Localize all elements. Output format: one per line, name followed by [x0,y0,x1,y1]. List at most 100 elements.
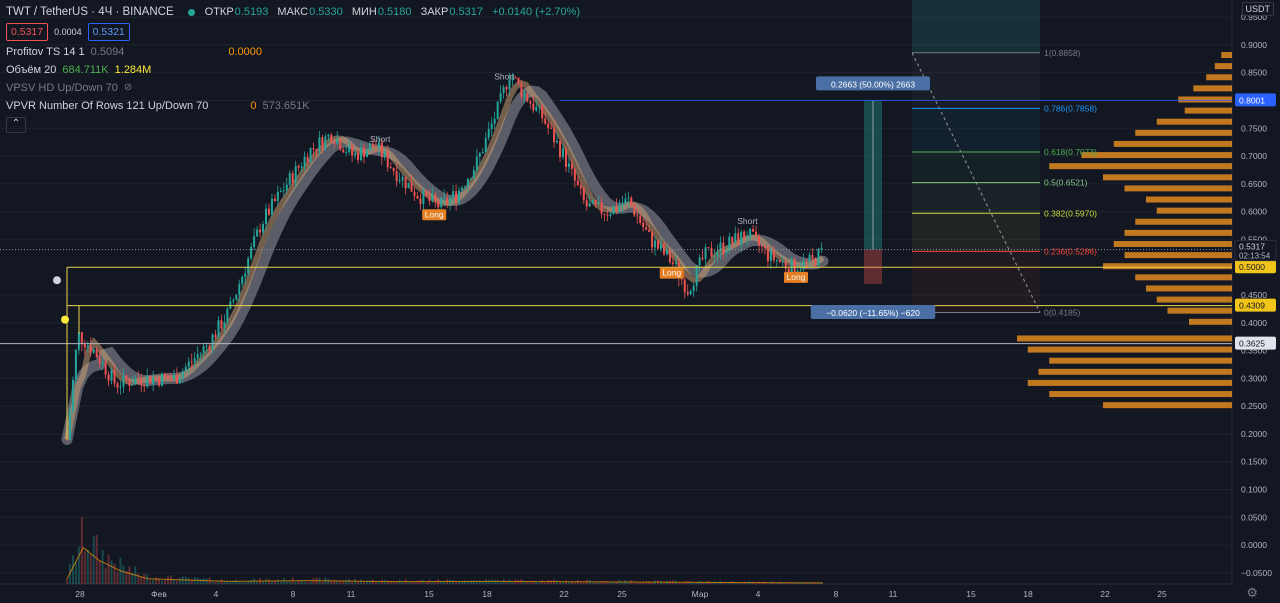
volume-profile-bar [1113,240,1232,247]
price-tick-label: −0.0500 [1241,568,1272,578]
volume-bar [541,580,544,584]
collapse-legend-button[interactable]: ⌃ [6,117,26,133]
candle [264,208,267,224]
volume-bar [487,579,490,584]
candle [226,308,229,323]
volume-bar [481,581,484,584]
candle [175,374,178,384]
volume-bar [294,581,297,584]
candle [428,195,431,201]
candle [270,198,273,215]
candle [205,345,208,347]
volume-bar [567,582,570,584]
volume-profile-bar [1189,318,1232,325]
candle [594,200,597,204]
fib-zone [912,152,1040,183]
candle [820,247,823,249]
candle [297,165,300,168]
indicator-vpvr[interactable]: VPVR Number Of Rows 121 Up/Down 70 0 573… [6,97,586,115]
time-tick-label: Мар [692,589,709,599]
candle [116,383,119,388]
candle [618,205,621,211]
price-tick-label: 0.6000 [1241,207,1267,217]
candle [119,386,122,388]
symbol-title[interactable]: TWT / TetherUS · 4Ч · BINANCE [6,3,174,21]
time-tick-label: 25 [617,589,627,599]
volume-profile-bar [1124,185,1232,192]
candle [164,373,167,377]
volume-profile-bar [1184,107,1232,114]
candle [737,233,740,245]
volume-profile-bar [1103,402,1232,409]
fib-zone [912,182,1040,214]
volume-bar [89,554,92,584]
volume-profile-bar [1049,391,1232,398]
candle [704,247,707,259]
candle [244,273,247,277]
volume-bar [116,571,119,584]
hidden-eye-icon[interactable]: ⊘ [124,79,132,97]
indicator-volume[interactable]: Объём 20 684.711K 1.284M [6,61,586,79]
candle [461,187,464,191]
candle [259,229,262,233]
candle [446,197,449,204]
candle [799,269,802,271]
candle [636,215,639,217]
candle [128,380,131,386]
indicator-name: Объём 20 [6,64,57,76]
volume-profile-bar [1135,129,1232,136]
candle [665,250,668,255]
candle [579,185,582,189]
volume-bar [199,579,202,584]
candle [77,332,80,350]
volume-bar [152,579,155,584]
candle [609,214,612,216]
indicator-profitov[interactable]: Profitov TS 14 1 0.5094 0.0000 [6,43,586,61]
fib-level-label: 0.5(0.6521) [1044,178,1088,188]
candle [66,439,68,441]
volume-bar [431,581,434,584]
currency-badge[interactable]: USDT [1241,2,1274,16]
market-status-icon [187,8,195,16]
candle [247,258,250,274]
price-tick-label: 0.7000 [1241,151,1267,161]
symbol-row: TWT / TetherUS · 4Ч · BINANCE ОТКР0.5193… [6,3,586,21]
level-price-badge: 0.5000 [1239,262,1265,272]
volume-bar [333,579,336,584]
indicator-name: VPVR Number Of Rows 121 Up/Down 70 [6,100,209,112]
candle [395,171,398,182]
buy-button[interactable]: 0.5321 [87,23,130,41]
price-tick-label: 0.3000 [1241,373,1267,383]
volume-bar [458,581,461,584]
indicator-vpsv[interactable]: VPSV HD Up/Down 70 ⊘ [6,79,586,97]
volume-bar [452,580,455,584]
candle [719,242,722,252]
candle [89,345,92,353]
candle [752,228,755,232]
volume-bar [677,582,680,584]
candle [805,260,808,262]
gear-icon[interactable]: ⚙ [1246,585,1258,601]
volume-bar [256,581,259,584]
sell-button[interactable]: 0.5317 [6,23,49,41]
position-stop-label: −0.0620 (−11.65%) −620 [826,308,920,318]
volume-bar [692,582,695,584]
candle [149,375,152,384]
candle [398,180,401,182]
candle [469,178,472,180]
candle [98,357,101,364]
volume-bar [83,551,86,584]
candle [187,361,190,367]
volume-bar [413,582,416,584]
volume-profile-bar [1178,96,1232,103]
candle [250,247,253,259]
candle [466,178,469,187]
candle [389,167,392,169]
volume-bar [264,579,267,584]
candle [404,176,407,189]
candle [161,373,164,386]
candle [172,374,175,380]
candle [624,198,627,205]
volume-bar [710,582,713,584]
volume-profile-bar [1214,63,1232,70]
